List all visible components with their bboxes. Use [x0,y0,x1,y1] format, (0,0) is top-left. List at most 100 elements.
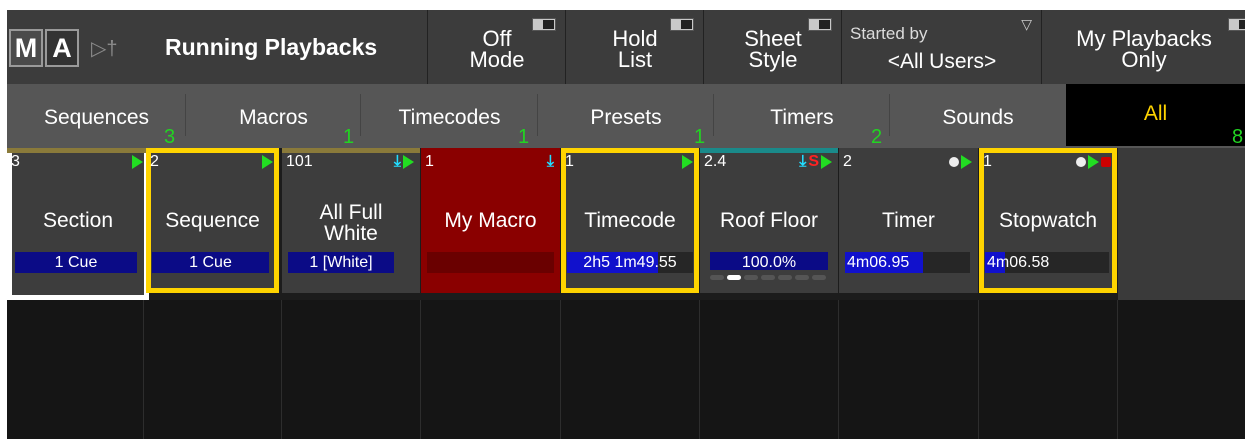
empty-cell[interactable] [1118,148,1245,300]
tab-count: 1 [694,126,706,148]
started-by-dropdown[interactable]: Started by ▽ <All Users> [841,10,1042,84]
tile-name: Stopwatch [998,209,1098,232]
tile-number: 2.4 [704,153,727,170]
tile-cue-bar: 1 Cue [15,252,137,273]
playback-tile-timecode[interactable]: 1 Timecode 2h5 1m49.55 [561,148,699,293]
clock-icon [949,157,959,167]
tile-cue-text: 1 Cue [189,254,232,271]
dropdown-triangle-icon: ▽ [1021,16,1032,32]
tab-sounds[interactable]: Sounds [890,84,1066,146]
cue-dot [727,275,741,280]
tab-presets[interactable]: Presets 1 [538,84,714,148]
tile-cue-text: 1 [White] [309,254,373,271]
tab-label: Timers [770,106,834,129]
tab-label: Timecodes [398,106,501,129]
hold-list-label-2: List [617,47,653,72]
play-icon [1088,155,1099,169]
tile-time-text: 2h5 1m49.55 [583,254,677,271]
hold-list-button[interactable]: Hold List [565,10,704,84]
tab-count: 1 [343,126,355,148]
tile-name-line-1: All Full [319,201,383,224]
tile-icons [132,155,143,169]
tile-name: Section [42,209,114,232]
tab-label: Sequences [43,106,150,129]
tab-count: 1 [518,126,530,148]
tile-number: 2 [150,153,159,170]
tab-label: All [1143,102,1168,125]
s-flag-icon: S [808,153,819,170]
tab-timecodes[interactable]: Timecodes 1 [361,84,538,148]
empty-cell[interactable] [561,300,700,439]
tile-icons: ⤓ [393,153,414,170]
playback-tile-stopwatch[interactable]: 1 Stopwatch 4m06.58 [979,148,1117,293]
empty-cell[interactable] [839,300,979,439]
cue-dot [795,275,809,280]
tab-macros[interactable]: Macros 1 [186,84,361,148]
tab-timers[interactable]: Timers 2 [714,84,890,148]
my-playbacks-only-button[interactable]: My Playbacks Only [1041,10,1245,84]
ma-logo[interactable]: MA [9,29,81,67]
tile-cue-text: 1 Cue [54,254,98,271]
tab-count: 3 [164,126,176,148]
playback-tile-all-full-white[interactable]: 101 ⤓ All Full White 1 [White] [282,148,420,293]
tile-number: 1 [565,153,574,170]
my-playbacks-label-2: Only [1121,47,1167,72]
playback-tile-section[interactable]: 3 Section 1 Cue [7,148,149,300]
empty-cell[interactable] [144,300,282,439]
play-icon [961,155,972,169]
running-playbacks-window: MA ▷† Running Playbacks Off Mode Hold List… [7,10,1245,439]
playback-tile-roof-floor[interactable]: 2.4 ⤓ S Roof Floor 100.0% [700,148,838,293]
play-icon [682,155,693,169]
tab-label: Presets [590,106,662,129]
sheet-style-button[interactable]: Sheet Style [703,10,842,84]
empty-cell[interactable] [700,300,839,439]
tile-time-text: 4m06.58 [987,254,1050,271]
tile-icons [1076,155,1111,169]
lock-icon [1101,157,1111,167]
window-title: Running Playbacks [165,34,378,60]
tab-all[interactable]: All 8 [1066,84,1245,148]
playback-tile-timer[interactable]: 2 Timer 4m06.95 [839,148,978,293]
started-by-value: <All Users> [887,50,997,73]
playback-tile-sequence[interactable]: 2 Sequence 1 Cue [146,148,279,293]
tile-number: 1 [425,153,434,170]
download-icon: ⤓ [799,153,807,170]
cue-dot [710,275,724,280]
tile-icons [262,155,273,169]
filter-tabs: Sequences 3 Macros 1 Timecodes 1 Presets… [7,84,1245,148]
empty-cell[interactable] [282,300,421,439]
off-mode-label-2: Mode [469,47,525,72]
clock-icon [1076,157,1086,167]
empty-cell[interactable] [1118,300,1245,439]
download-icon: ⤓ [546,153,554,170]
tile-time-text: 4m06.95 [847,254,910,271]
tile-name: Timecode [584,209,676,232]
tile-cue-bar: 1 [White] [288,252,394,273]
empty-cell[interactable] [421,300,561,439]
playback-grid: 3 Section 1 Cue 2 Sequence 1 Cue 101 ⤓ A… [7,148,1245,439]
tile-number: 2 [843,153,852,170]
logo-letter-m: M [9,29,43,67]
cue-dots [710,275,826,280]
download-icon: ⤓ [393,153,401,170]
tile-number: 3 [11,153,20,170]
tile-cue-bar: 1 Cue [152,252,269,273]
tab-sequences[interactable]: Sequences 3 [7,84,186,148]
started-by-label: Started by [850,24,928,43]
play-icon [403,155,414,169]
playback-tile-my-macro[interactable]: 1 ⤓ My Macro [421,148,560,293]
tile-name: My Macro [444,209,537,232]
tile-name: Timer [882,209,935,232]
empty-cell[interactable] [979,300,1118,439]
tab-label: Sounds [942,106,1014,129]
tile-progress-bar: 4m06.58 [985,252,1109,273]
pin-icon[interactable]: ▷† [91,36,118,61]
cue-dot [744,275,758,280]
tab-count: 2 [871,126,883,148]
tab-count: 8 [1232,126,1244,148]
play-icon [262,155,273,169]
off-mode-button[interactable]: Off Mode [427,10,566,84]
empty-cell[interactable] [7,300,144,439]
tile-progress-bar: 2h5 1m49.55 [567,252,693,273]
tile-number: 1 [983,153,992,170]
